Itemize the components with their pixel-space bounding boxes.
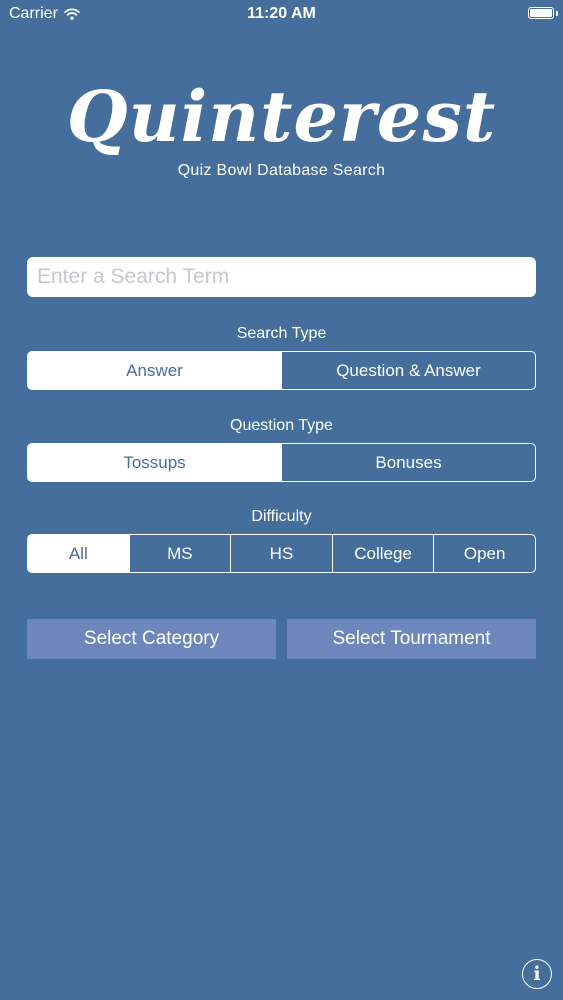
battery-icon [528, 7, 558, 19]
difficulty-ms[interactable]: MS [128, 535, 231, 572]
difficulty-open[interactable]: Open [433, 535, 535, 572]
search-type-label: Search Type [236, 325, 327, 342]
search-type-control: Answer Question & Answer [27, 351, 536, 390]
info-button[interactable]: i [522, 959, 552, 989]
app-logo: Quinterest [66, 75, 497, 158]
select-tournament-button[interactable]: Select Tournament [287, 619, 536, 659]
question-type-label: Question Type [230, 417, 333, 434]
battery-fill [530, 9, 552, 17]
question-type-bonuses[interactable]: Bonuses [281, 444, 535, 481]
battery-tip [556, 10, 558, 16]
search-type-answer[interactable]: Answer [28, 352, 281, 389]
status-bar: Carrier 11:20 AM [0, 0, 563, 30]
search-type-question-answer[interactable]: Question & Answer [281, 352, 535, 389]
difficulty-control: All MS HS College Open [27, 534, 536, 573]
difficulty-all[interactable]: All [28, 535, 129, 572]
search-input[interactable] [27, 257, 536, 297]
difficulty-hs[interactable]: HS [230, 535, 332, 572]
question-type-tossups[interactable]: Tossups [28, 444, 281, 481]
info-icon: i [533, 963, 541, 985]
status-time: 11:20 AM [247, 5, 316, 22]
app-subtitle: Quiz Bowl Database Search [177, 162, 386, 179]
question-type-control: Tossups Bonuses [27, 443, 536, 482]
select-category-button[interactable]: Select Category [27, 619, 276, 659]
difficulty-college[interactable]: College [331, 535, 434, 572]
difficulty-label: Difficulty [251, 508, 312, 525]
